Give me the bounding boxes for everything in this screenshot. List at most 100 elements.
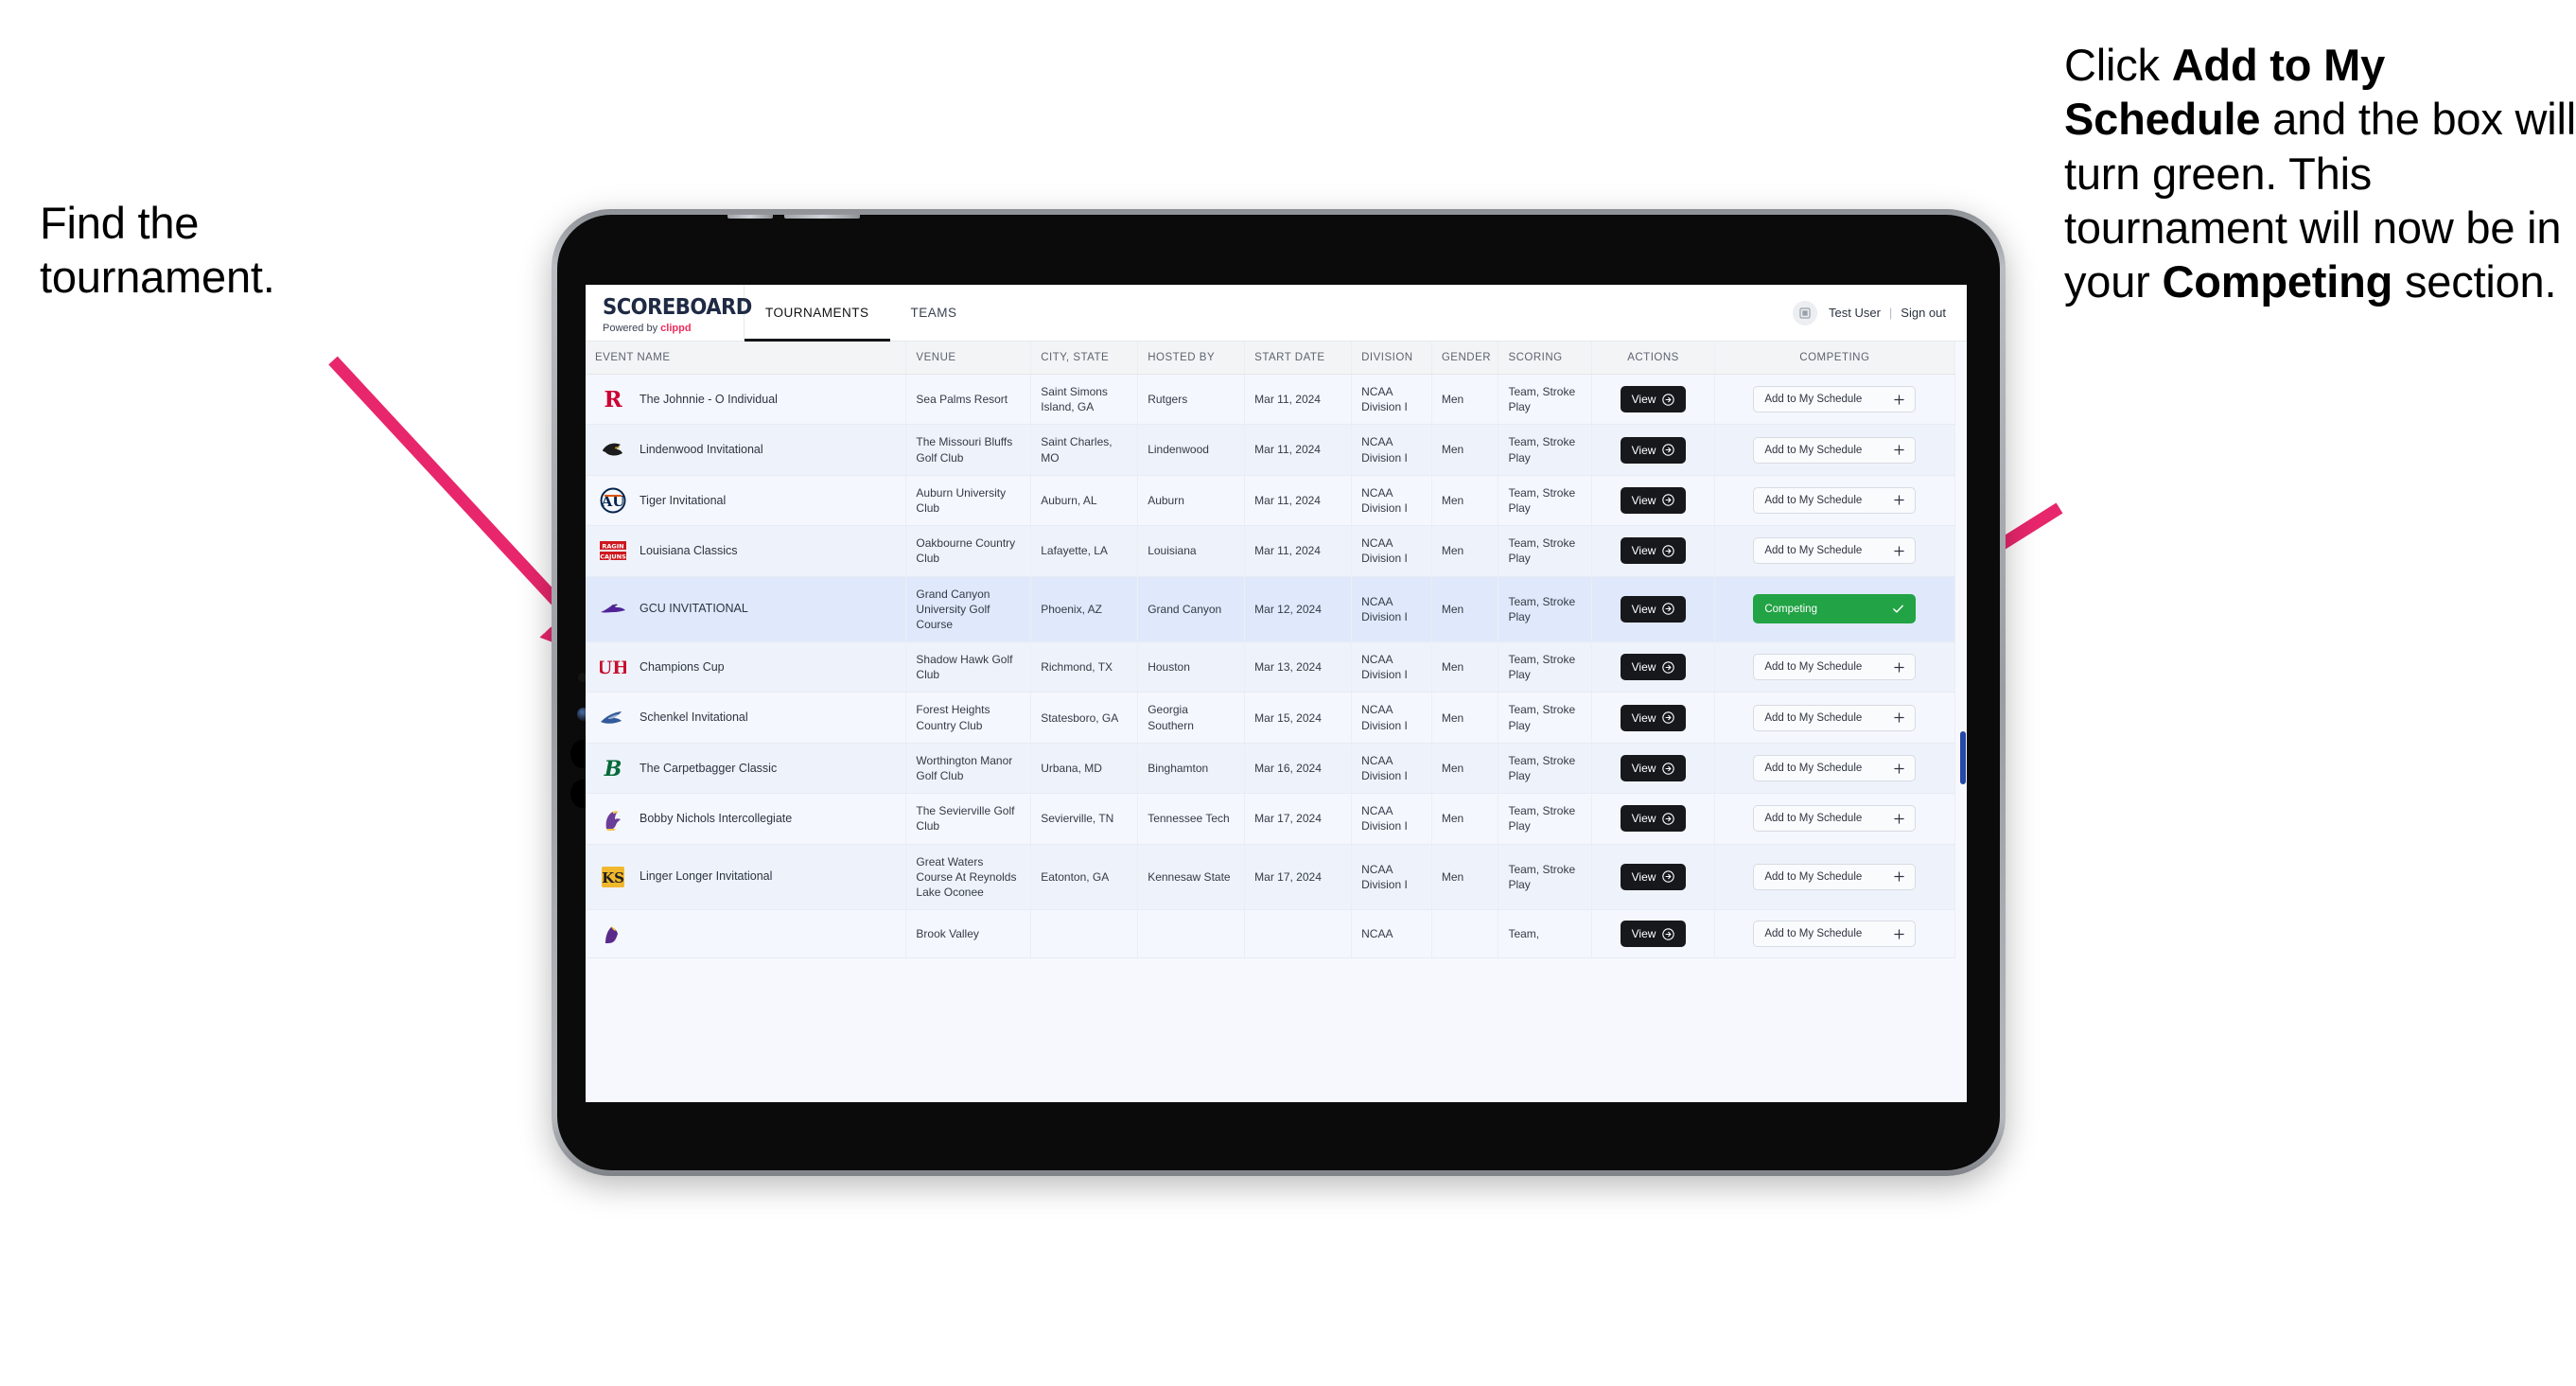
add-to-my-schedule-button[interactable]: Add to My Schedule <box>1753 755 1917 781</box>
view-button[interactable]: View <box>1620 386 1687 413</box>
cell-start-date: Mar 17, 2024 <box>1244 793 1353 845</box>
volume-up-button[interactable] <box>727 215 773 219</box>
cell-venue: Great Waters Course At Reynolds Lake Oco… <box>905 844 1032 911</box>
cell-venue: Sea Palms Resort <box>905 374 1032 426</box>
svg-text:B: B <box>604 757 622 781</box>
cell-hosted-by: Lindenwood <box>1137 424 1246 476</box>
table-row[interactable]: Schenkel Invitational Forest Heights Coun… <box>586 692 1956 744</box>
add-to-my-schedule-button[interactable]: Add to My Schedule <box>1753 486 1917 514</box>
event-name-text: Champions Cup <box>640 659 725 674</box>
binghamton-b-logo: B <box>599 754 627 782</box>
cell-event-name: Schenkel Invitational <box>586 692 907 744</box>
vertical-scrollbar[interactable] <box>1960 398 1967 1102</box>
browser-viewport: SCOREBOARD Powered by clippd TOURNAMENTS… <box>586 285 1967 1102</box>
table-row[interactable]: RAGIN CAJUNS Louisiana Classics Oakbourne C… <box>586 525 1956 577</box>
view-button[interactable]: View <box>1620 436 1687 464</box>
table-row[interactable]: UH Champions Cup Shadow Hawk Golf Club Rich… <box>586 641 1956 693</box>
cell-actions: View <box>1591 525 1715 577</box>
cell-scoring: Team, <box>1498 909 1593 959</box>
add-to-my-schedule-button[interactable]: Add to My Schedule <box>1753 436 1917 464</box>
table-row[interactable]: B The Carpetbagger Classic Worthington Man… <box>586 743 1956 795</box>
col-event-name[interactable]: EVENT NAME <box>586 342 907 375</box>
cell-hosted-by: Tennessee Tech <box>1137 793 1246 845</box>
col-division[interactable]: DIVISION <box>1351 342 1432 375</box>
arrow-circle-right-icon <box>1662 444 1675 456</box>
cell-venue: Grand Canyon University Golf Course <box>905 576 1032 643</box>
add-to-my-schedule-label: Add to My Schedule <box>1764 545 1863 557</box>
sign-out-link[interactable]: Sign out <box>1901 306 1946 320</box>
table-head: EVENT NAME VENUE CITY, STATE HOSTED BY S… <box>586 342 1956 375</box>
view-button[interactable]: View <box>1620 486 1687 514</box>
avatar[interactable] <box>1793 300 1817 325</box>
cell-scoring: Team, Stroke Play <box>1498 374 1593 426</box>
cell-division: NCAA Division I <box>1351 424 1432 476</box>
table-row[interactable]: KS Linger Longer Invitational Great Waters… <box>586 844 1956 911</box>
arrow-circle-right-icon <box>1662 661 1675 674</box>
cell-actions: View <box>1591 374 1715 426</box>
cell-gender: Men <box>1431 793 1499 845</box>
arrow-circle-right-icon <box>1662 393 1675 406</box>
add-to-my-schedule-button[interactable]: Add to My Schedule <box>1753 386 1917 413</box>
view-button[interactable]: View <box>1620 595 1687 623</box>
view-label: View <box>1631 812 1656 826</box>
table-row[interactable]: Brook Valley NCAA Team, View Add to My Sched… <box>586 909 1956 959</box>
table-row[interactable]: R The Johnnie - O Individual Sea Palms Res… <box>586 374 1956 426</box>
tournaments-table: EVENT NAME VENUE CITY, STATE HOSTED BY S… <box>586 342 1956 959</box>
view-button[interactable]: View <box>1620 704 1687 731</box>
view-button[interactable]: View <box>1620 654 1687 681</box>
add-to-my-schedule-button[interactable]: Add to My Schedule <box>1753 863 1917 890</box>
brand-subtitle: Powered by clippd <box>603 323 744 334</box>
tab-tournaments[interactable]: TOURNAMENTS <box>745 285 890 342</box>
svg-text:RAGIN: RAGIN <box>602 543 623 551</box>
cell-actions: View <box>1591 692 1715 744</box>
volume-down-button[interactable] <box>784 215 860 219</box>
scrollbar-thumb[interactable] <box>1960 731 1966 784</box>
view-button[interactable]: View <box>1620 921 1687 948</box>
arrow-circle-right-icon <box>1662 813 1675 825</box>
houston-uh-logo: UH <box>599 653 627 681</box>
col-scoring[interactable]: SCORING <box>1498 342 1593 375</box>
col-start-date[interactable]: START DATE <box>1244 342 1353 375</box>
view-label: View <box>1631 927 1656 941</box>
cell-event-name: GCU INVITATIONAL <box>586 576 907 643</box>
cell-event-name: Lindenwood Invitational <box>586 424 907 476</box>
cell-actions: View <box>1591 844 1715 911</box>
view-button[interactable]: View <box>1620 755 1687 781</box>
plus-icon <box>1894 814 1905 824</box>
add-to-my-schedule-label: Add to My Schedule <box>1764 494 1863 506</box>
col-city-state[interactable]: CITY, STATE <box>1030 342 1139 375</box>
col-gender[interactable]: GENDER <box>1431 342 1499 375</box>
louisiana-ragin-cajuns-logo: RAGIN CAJUNS <box>599 536 627 565</box>
add-to-my-schedule-button[interactable]: Add to My Schedule <box>1753 537 1917 565</box>
add-to-my-schedule-button[interactable]: Add to My Schedule <box>1753 805 1917 833</box>
brand-powered-prefix: Powered by <box>603 323 661 334</box>
view-button[interactable]: View <box>1620 805 1687 833</box>
view-button[interactable]: View <box>1620 863 1687 890</box>
add-to-my-schedule-button[interactable]: Add to My Schedule <box>1753 704 1917 731</box>
brand-logo[interactable]: SCOREBOARD Powered by clippd <box>586 285 752 341</box>
view-button[interactable]: View <box>1620 537 1687 565</box>
cell-gender: Men <box>1431 576 1499 643</box>
col-hosted-by[interactable]: HOSTED BY <box>1137 342 1246 375</box>
cell-gender: Men <box>1431 692 1499 744</box>
cell-competing: Add to My Schedule <box>1714 793 1956 845</box>
table-row[interactable]: AU Tiger Invitational Auburn University Cl… <box>586 475 1956 527</box>
add-to-my-schedule-label: Add to My Schedule <box>1764 394 1863 406</box>
competing-button[interactable]: Competing <box>1753 594 1917 624</box>
cell-hosted-by: Georgia Southern <box>1137 692 1246 744</box>
table-row[interactable]: GCU INVITATIONAL Grand Canyon University … <box>586 576 1956 643</box>
cell-division: NCAA Division I <box>1351 844 1432 911</box>
col-competing[interactable]: COMPETING <box>1714 342 1956 375</box>
col-venue[interactable]: VENUE <box>905 342 1032 375</box>
cell-venue: Shadow Hawk Golf Club <box>905 641 1032 693</box>
kennesaw-state-ksu-logo: KS <box>599 863 627 891</box>
add-to-my-schedule-button[interactable]: Add to My Schedule <box>1753 654 1917 681</box>
table-row[interactable]: Lindenwood Invitational The Missouri Bluf… <box>586 424 1956 476</box>
tab-teams[interactable]: TEAMS <box>890 285 978 341</box>
event-name-text: Schenkel Invitational <box>640 711 748 725</box>
add-to-my-schedule-button[interactable]: Add to My Schedule <box>1753 921 1917 948</box>
table-row[interactable]: Bobby Nichols Intercollegiate The Sevierv… <box>586 793 1956 845</box>
tournaments-table-scroll[interactable]: EVENT NAME VENUE CITY, STATE HOSTED BY S… <box>586 342 1967 1102</box>
svg-text:CAJUNS: CAJUNS <box>600 553 626 561</box>
col-actions[interactable]: ACTIONS <box>1591 342 1715 375</box>
